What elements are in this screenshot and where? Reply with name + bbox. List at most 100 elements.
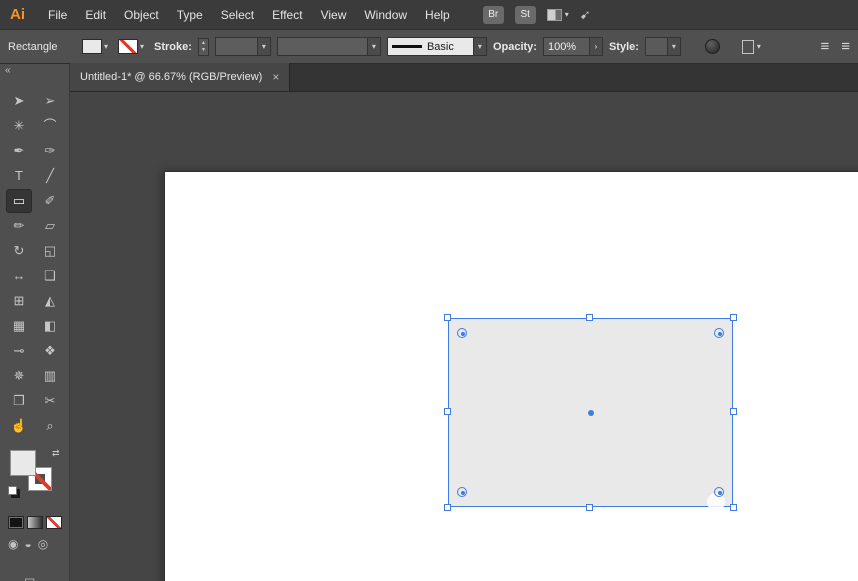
symbol-sprayer-tool[interactable]: ✵ — [7, 365, 31, 387]
selection-tool[interactable]: ➤ — [7, 90, 31, 112]
chevron-down-icon: ▾ — [140, 42, 145, 51]
gradient-button[interactable] — [27, 516, 43, 529]
menu-select[interactable]: Select — [212, 8, 263, 22]
document-tab-title: Untitled-1* @ 66.67% (RGB/Preview) — [80, 71, 263, 83]
chevron-down-icon: ▾ — [366, 38, 380, 55]
artboard-tool[interactable]: ❐ — [7, 390, 31, 412]
stock-button[interactable]: St — [514, 5, 536, 24]
column-graph-tool[interactable]: ▥ — [38, 365, 62, 387]
selection-handle-top-left[interactable] — [444, 314, 451, 321]
live-corner-widget-bottom-right[interactable] — [714, 487, 724, 497]
tool-grid: ➤ ➢ ✳ ⌒ ✒ ✑ T ╱ ▭ ✐ ✏ ▱ ↻ ◱ ↔ ❏ ⊞ ◭ ▦ ◧ ⊸ ❖ ✵ ▥ ❐ ✂ ☝ ⌕ — [0, 88, 69, 438]
menu-object[interactable]: Object — [115, 8, 168, 22]
draw-inside-mode[interactable]: ◎ — [38, 537, 48, 551]
chevron-down-icon: ▾ — [666, 38, 680, 55]
control-bar: Rectangle ▾ ▾ Stroke: ▲ ▼ ▾ ▾ Basic ▾ Op… — [0, 30, 858, 64]
free-transform-tool[interactable]: ❏ — [38, 265, 62, 287]
shape-builder-tool[interactable]: ⊞ — [7, 290, 31, 312]
type-tool[interactable]: T — [7, 165, 31, 187]
selected-rectangle[interactable] — [444, 314, 737, 511]
blend-tool[interactable]: ❖ — [38, 340, 62, 362]
paintbrush-tool[interactable]: ✐ — [38, 190, 62, 212]
menubar: Ai File Edit Object Type Select Effect View Win… — [0, 0, 858, 30]
document-tab[interactable]: Untitled-1* @ 66.67% (RGB/Preview) × — [70, 63, 291, 91]
align-icon[interactable]: ≡ — [841, 38, 850, 55]
brush-definition-dropdown[interactable]: Basic ▾ — [386, 37, 487, 56]
menu-file[interactable]: File — [39, 8, 76, 22]
slice-tool[interactable]: ✂ — [38, 390, 62, 412]
color-button[interactable] — [8, 516, 24, 529]
menu-items: File Edit Object Type Select Effect View Window… — [39, 8, 459, 22]
stroke-width-stepper[interactable]: ▲ ▼ — [197, 37, 209, 56]
workspace-switcher[interactable]: ▾ — [546, 8, 569, 21]
swap-fill-stroke-icon[interactable]: ⇄ — [52, 448, 60, 459]
illustrator-logo: Ai — [10, 6, 25, 23]
direct-selection-tool[interactable]: ➢ — [38, 90, 62, 112]
menu-help[interactable]: Help — [416, 8, 459, 22]
draw-behind-mode[interactable]: ◒ — [24, 537, 31, 551]
context-label: Rectangle — [8, 40, 58, 53]
selection-handle-middle-right[interactable] — [730, 408, 737, 415]
stroke-label: Stroke: — [154, 40, 192, 53]
zoom-tool[interactable]: ⌕ — [38, 415, 62, 437]
eyedropper-tool[interactable]: ⊸ — [7, 340, 31, 362]
stroke-width-combo[interactable]: ▾ — [214, 37, 271, 56]
menu-edit[interactable]: Edit — [76, 8, 115, 22]
pen-tool[interactable]: ✒ — [7, 140, 31, 162]
magic-wand-tool[interactable]: ✳ — [7, 115, 31, 137]
gpu-performance-icon[interactable]: ➹ — [580, 7, 591, 23]
canvas[interactable] — [70, 92, 858, 581]
bridge-button[interactable]: Br — [482, 5, 504, 24]
chevron-right-icon: › — [588, 38, 602, 55]
stroke-none-swatch — [118, 39, 139, 54]
center-point[interactable] — [587, 409, 594, 416]
drawing-modes-row: ◉ ◒ ◎ — [8, 537, 69, 551]
live-corner-widget-top-left[interactable] — [457, 328, 467, 338]
globe-icon[interactable] — [704, 39, 720, 54]
style-dropdown[interactable]: ▾ — [644, 37, 681, 56]
none-button[interactable] — [46, 516, 62, 529]
opacity-value: 100% — [547, 40, 577, 53]
workspace-switcher-icon — [546, 8, 562, 21]
menu-effect[interactable]: Effect — [263, 8, 311, 22]
stroke-color-dropdown[interactable]: ▾ — [118, 39, 144, 54]
live-corner-widget-top-right[interactable] — [714, 328, 724, 338]
line-segment-tool[interactable]: ╱ — [38, 165, 62, 187]
selection-handle-bottom-right[interactable] — [730, 504, 737, 511]
perspective-grid-tool[interactable]: ◭ — [38, 290, 62, 312]
mesh-tool[interactable]: ▦ — [7, 315, 31, 337]
menu-view[interactable]: View — [312, 8, 356, 22]
opacity-combo[interactable]: 100% › — [542, 37, 603, 56]
collapse-panel-button[interactable]: « — [0, 64, 69, 79]
selection-handle-middle-left[interactable] — [444, 408, 451, 415]
rotate-tool[interactable]: ↻ — [7, 240, 31, 262]
width-profile-dropdown[interactable]: ▾ — [276, 37, 381, 56]
screen-mode-button[interactable]: ▭ — [24, 573, 35, 581]
default-fill-stroke-icon[interactable] — [8, 486, 17, 495]
selection-handle-top-right[interactable] — [730, 314, 737, 321]
shaper-tool[interactable]: ✏ — [7, 215, 31, 237]
document-area: Untitled-1* @ 66.67% (RGB/Preview) × — [70, 63, 858, 581]
draw-normal-mode[interactable]: ◉ — [8, 537, 18, 551]
document-setup-menu[interactable]: ▾ — [741, 39, 761, 54]
eraser-tool[interactable]: ▱ — [38, 215, 62, 237]
fill-swatch[interactable] — [10, 450, 36, 476]
live-corner-widget-bottom-left[interactable] — [457, 487, 467, 497]
selection-handle-top-middle[interactable] — [586, 314, 593, 321]
gradient-tool[interactable]: ◧ — [38, 315, 62, 337]
fill-stroke-widget: ⇄ — [8, 448, 69, 502]
selection-handle-bottom-middle[interactable] — [586, 504, 593, 511]
selection-handle-bottom-left[interactable] — [444, 504, 451, 511]
close-icon[interactable]: × — [272, 70, 279, 84]
fill-color-dropdown[interactable]: ▾ — [82, 39, 108, 54]
width-tool[interactable]: ↔ — [7, 265, 31, 287]
menu-window[interactable]: Window — [355, 8, 416, 22]
hand-tool[interactable]: ☝ — [7, 415, 31, 437]
rectangle-tool[interactable]: ▭ — [6, 188, 32, 213]
align-icon[interactable]: ≡ — [820, 38, 829, 55]
document-tab-strip: Untitled-1* @ 66.67% (RGB/Preview) × — [70, 63, 858, 92]
menu-type[interactable]: Type — [168, 8, 212, 22]
lasso-tool[interactable]: ⌒ — [38, 115, 62, 137]
scale-tool[interactable]: ◱ — [38, 240, 62, 262]
curvature-tool[interactable]: ✑ — [38, 140, 62, 162]
